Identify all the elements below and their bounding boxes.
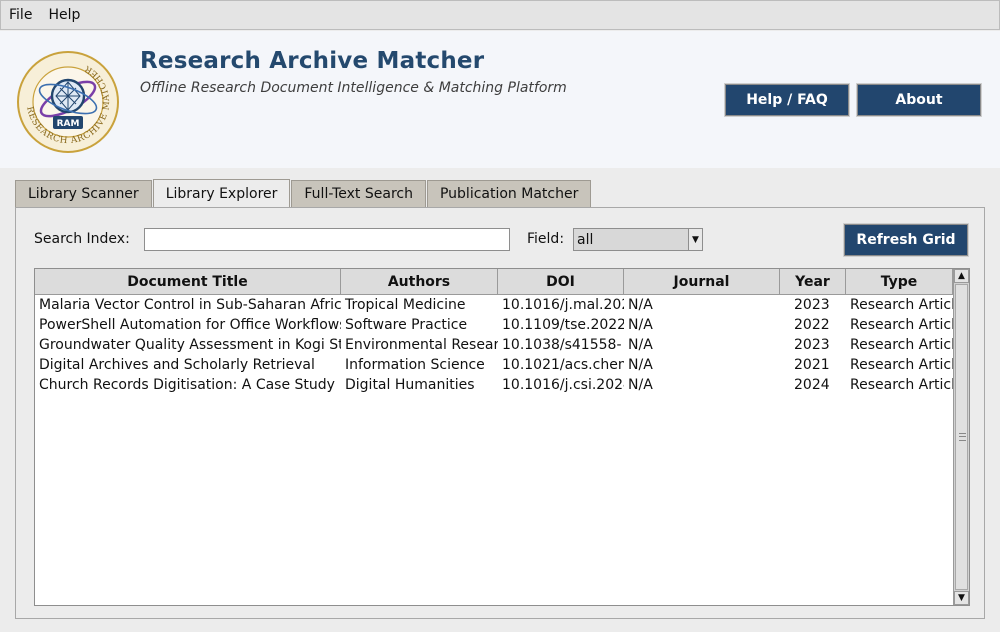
tab-publication-matcher[interactable]: Publication Matcher [426,180,592,207]
table-row[interactable]: Digital Archives and Scholarly Retrieval… [35,355,953,375]
help-faq-button[interactable]: Help / FAQ [724,83,850,117]
scroll-down-arrow-icon[interactable]: ▼ [954,591,969,605]
cell-type: Research Article [850,357,953,373]
cell-doi: 10.1016/j.mal.2023 [502,297,624,313]
column-header-journal[interactable]: Journal [624,269,780,295]
field-select-value: all [577,231,594,248]
table-row[interactable]: Groundwater Quality Assessment in Kogi S… [35,335,953,355]
app-subtitle: Offline Research Document Intelligence &… [140,80,567,96]
grid-rows: Malaria Vector Control in Sub-Saharan Af… [35,295,953,395]
menu-help[interactable]: Help [40,1,88,29]
cell-authors: Environmental Research [345,337,498,353]
column-header-document-title[interactable]: Document Title [35,269,341,295]
column-header-doi[interactable]: DOI [498,269,624,295]
app-logo-icon: RESEARCH ARCHIVE MATCHER RAM [17,51,119,153]
library-explorer-panel: Search Index: Field: all ▼ Refresh Grid … [15,207,985,619]
column-header-authors[interactable]: Authors [341,269,498,295]
table-row[interactable]: Church Records Digitisation: A Case Stud… [35,375,953,395]
field-label: Field: [527,231,565,247]
tab-library-scanner[interactable]: Library Scanner [15,180,152,207]
tab-full-text-search[interactable]: Full-Text Search [291,180,426,207]
cell-authors: Tropical Medicine [345,297,466,313]
logo-text: RAM [57,119,80,129]
cell-year: 2023 [794,337,830,353]
cell-authors: Software Practice [345,317,468,333]
cell-year: 2022 [794,317,830,333]
cell-journal: N/A [628,317,653,333]
scroll-up-arrow-icon[interactable]: ▲ [954,269,969,283]
cell-doi: 10.1021/acs.chem [502,357,624,373]
cell-year: 2023 [794,297,830,313]
vertical-scrollbar[interactable]: ▲ ▼ [953,269,969,605]
scroll-thumb[interactable] [955,284,968,590]
column-header-year[interactable]: Year [780,269,846,295]
cell-title: PowerShell Automation for Office Workflo… [39,317,341,333]
cell-type: Research Article [850,297,953,313]
menu-file[interactable]: File [1,1,40,29]
table-row[interactable]: Malaria Vector Control in Sub-Saharan Af… [35,295,953,315]
cell-authors: Digital Humanities [345,377,475,393]
cell-year: 2021 [794,357,830,373]
cell-journal: N/A [628,377,653,393]
table-row[interactable]: PowerShell Automation for Office Workflo… [35,315,953,335]
cell-journal: N/A [628,337,653,353]
column-header-type[interactable]: Type [846,269,953,295]
chevron-down-icon[interactable]: ▼ [688,229,702,250]
cell-title: Digital Archives and Scholarly Retrieval [39,357,315,373]
refresh-grid-button[interactable]: Refresh Grid [843,223,969,257]
cell-title: Church Records Digitisation: A Case Stud… [39,377,335,393]
tab-library-explorer[interactable]: Library Explorer [152,179,291,208]
about-button[interactable]: About [856,83,982,117]
search-index-input[interactable] [144,228,510,251]
cell-year: 2024 [794,377,830,393]
field-select[interactable]: all ▼ [573,228,703,251]
cell-doi: 10.1016/j.csi.2024 [502,377,624,393]
cell-journal: N/A [628,357,653,373]
search-index-label: Search Index: [34,231,130,247]
grid-header: Document Title Authors DOI Journal Year … [35,269,953,295]
menu-bar: File Help [0,0,1000,30]
document-grid: Document Title Authors DOI Journal Year … [34,268,970,606]
cell-authors: Information Science [345,357,485,373]
tab-bar: Library Scanner Library Explorer Full-Te… [15,179,592,208]
app-title: Research Archive Matcher [140,48,485,74]
grip-icon [959,433,966,441]
cell-journal: N/A [628,297,653,313]
cell-type: Research Article [850,337,953,353]
cell-title: Malaria Vector Control in Sub-Saharan Af… [39,297,341,313]
app-header: RESEARCH ARCHIVE MATCHER RAM Research Ar… [0,31,1000,168]
cell-type: Research Article [850,377,953,393]
cell-title: Groundwater Quality Assessment in Kogi S… [39,337,341,353]
cell-doi: 10.1109/tse.2022 [502,317,624,333]
cell-type: Research Article [850,317,953,333]
cell-doi: 10.1038/s41558- [502,337,622,353]
